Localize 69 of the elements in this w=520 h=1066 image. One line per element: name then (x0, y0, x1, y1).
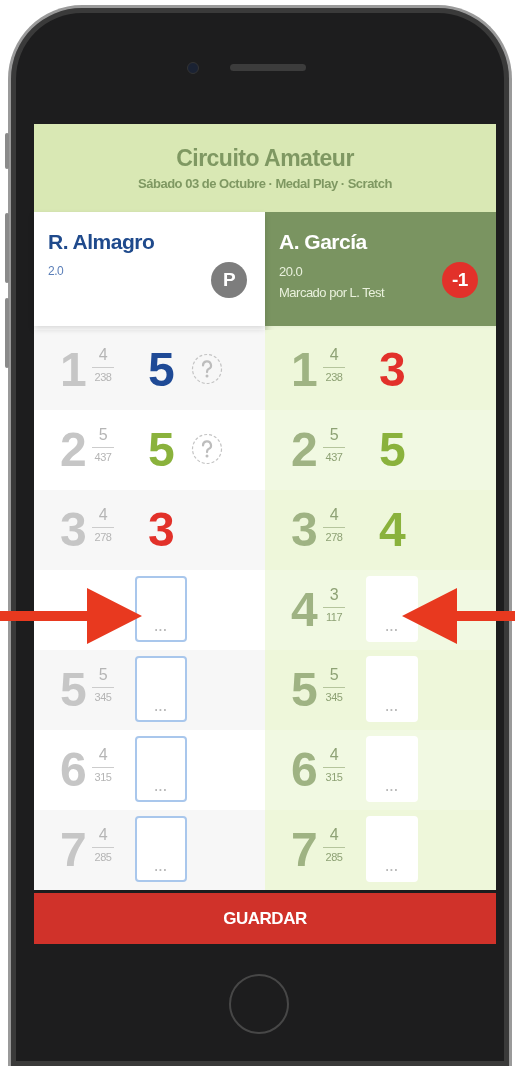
hole-distance: 278 (94, 530, 112, 545)
par-value: 4 (329, 505, 339, 525)
par-value: 4 (98, 345, 108, 365)
hole-score[interactable]: 4 (377, 504, 407, 556)
arrow-icon (0, 588, 142, 644)
score-field[interactable]: ... (366, 816, 418, 882)
status-badge: P (211, 262, 247, 298)
hole-distance: 437 (325, 450, 343, 465)
hole-distance: 117 (325, 610, 342, 625)
hole-distance: 238 (325, 370, 343, 385)
hole-distance: 278 (325, 530, 343, 545)
score-field[interactable]: ... (135, 576, 187, 642)
hole-score[interactable]: 5 (377, 424, 407, 476)
help-icon[interactable] (191, 353, 223, 385)
score-field[interactable]: ... (135, 656, 187, 722)
player-header[interactable]: R. Almagro 2.0 P (34, 212, 265, 326)
tournament-subtitle: Sábado 03 de Octubre · Medal Play · Scratch (138, 176, 392, 191)
par-value: 4 (98, 745, 108, 765)
hole-distance: 238 (94, 370, 112, 385)
hole-distance: 315 (94, 770, 112, 785)
player-name: A. García (279, 230, 367, 254)
hole-number: 5 (291, 664, 318, 716)
hole-distance: 345 (94, 690, 112, 705)
side-button[interactable] (5, 213, 9, 283)
hole-number: 6 (291, 744, 318, 796)
hole-number: 2 (60, 424, 87, 476)
hole-score[interactable]: 5 (146, 344, 176, 396)
score-field[interactable]: ... (135, 816, 187, 882)
par-value: 4 (329, 345, 339, 365)
hole-distance: 437 (94, 450, 112, 465)
handicap-text: 2.0 (48, 264, 64, 278)
help-icon[interactable] (191, 433, 223, 465)
hole-number: 4 (291, 584, 318, 636)
player-header[interactable]: A. García 20.0 Marcado por L. Test -1 (265, 212, 496, 326)
home-button[interactable] (229, 974, 289, 1034)
handicap-text: 20.0 (279, 264, 303, 279)
marker-text: Marcado por L. Test (279, 285, 385, 300)
score-field[interactable]: ... (366, 736, 418, 802)
par-value: 3 (329, 585, 339, 605)
player-name: R. Almagro (48, 230, 155, 254)
side-button[interactable] (5, 298, 9, 368)
hole-distance: 285 (94, 850, 112, 865)
par-value: 4 (329, 825, 339, 845)
score-field[interactable]: ... (366, 656, 418, 722)
hole-number: 7 (291, 824, 318, 876)
hole-number: 2 (291, 424, 318, 476)
par-value: 4 (329, 745, 339, 765)
par-value: 5 (329, 425, 339, 445)
par-value: 5 (98, 425, 108, 445)
par-value: 4 (98, 505, 108, 525)
par-value: 5 (329, 665, 339, 685)
score-field[interactable]: ... (135, 736, 187, 802)
hole-number: 3 (291, 504, 318, 556)
hole-distance: 345 (325, 690, 343, 705)
side-button[interactable] (5, 133, 9, 169)
hole-score[interactable]: 3 (146, 504, 176, 556)
hole-score[interactable]: 5 (146, 424, 176, 476)
hole-number: 1 (291, 344, 318, 396)
score-badge: -1 (442, 262, 478, 298)
par-value: 4 (98, 825, 108, 845)
par-value: 5 (98, 665, 108, 685)
save-button[interactable]: GUARDAR (34, 893, 496, 944)
hole-score[interactable]: 3 (377, 344, 407, 396)
score-field[interactable]: ... (366, 576, 418, 642)
hole-distance: 285 (325, 850, 343, 865)
tournament-title: Circuito Amateur (176, 145, 354, 172)
arrow-icon (402, 588, 515, 644)
hole-number: 6 (60, 744, 87, 796)
hole-distance: 315 (325, 770, 343, 785)
